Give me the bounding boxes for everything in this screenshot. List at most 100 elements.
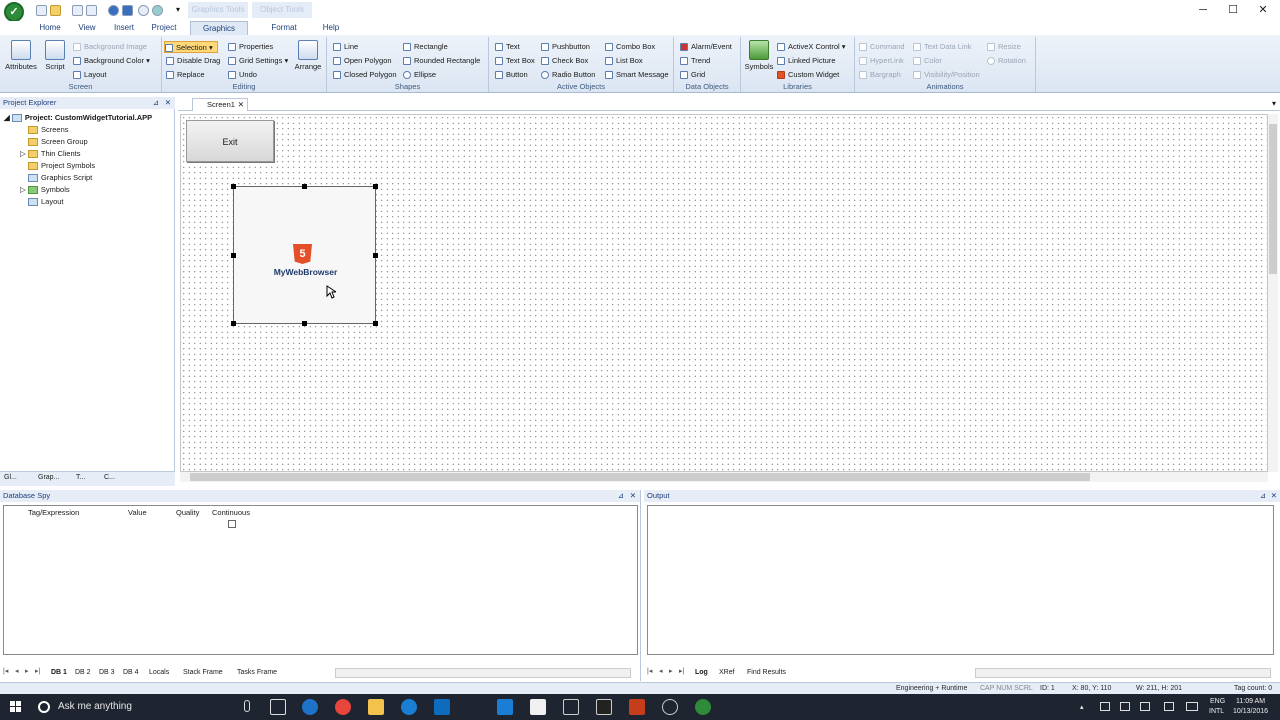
- taskbar-search-box[interactable]: Ask me anything: [58, 701, 132, 712]
- grid-button[interactable]: Grid: [680, 69, 705, 81]
- new-file-icon[interactable]: [36, 5, 47, 16]
- refresh-icon[interactable]: [152, 5, 163, 16]
- tab-list-dropdown-icon[interactable]: ▾: [1272, 99, 1276, 108]
- custom-widget-object[interactable]: 5 MyWebBrowser: [231, 184, 378, 326]
- tab-db2[interactable]: DB 2: [75, 667, 91, 679]
- custom-widget-button[interactable]: Custom Widget: [777, 69, 839, 81]
- tab-find-results[interactable]: Find Results: [747, 667, 786, 679]
- scroll-thumb[interactable]: [1269, 124, 1277, 274]
- background-color-button[interactable]: Background Color ▾: [73, 55, 150, 67]
- tray-chevron-icon[interactable]: ▴: [1080, 703, 1084, 711]
- pin-icon[interactable]: ⊿: [618, 490, 624, 502]
- button-button[interactable]: Button: [495, 69, 528, 81]
- tab-screen1[interactable]: Screen1 ✕: [192, 98, 248, 111]
- tab-view[interactable]: View: [74, 21, 100, 35]
- properties-button[interactable]: Properties: [228, 41, 273, 53]
- database-spy-grid[interactable]: Tag/Expression Value Quality Continuous: [3, 505, 638, 655]
- rectangle-button[interactable]: Rectangle: [403, 41, 448, 53]
- nav-prev-icon[interactable]: ◂: [659, 667, 663, 675]
- arrange-button[interactable]: Arrange: [292, 40, 324, 76]
- nav-first-icon[interactable]: |◂: [3, 667, 8, 675]
- chrome-icon[interactable]: [335, 699, 351, 715]
- grid-settings-button[interactable]: Grid Settings ▾: [228, 55, 288, 67]
- file-explorer-icon[interactable]: [368, 699, 384, 715]
- maximize-button[interactable]: ☐: [1218, 3, 1248, 17]
- tree-item-thin-clients[interactable]: ▷ Thin Clients: [20, 148, 80, 160]
- tab-stack-frame[interactable]: Stack Frame: [183, 667, 223, 679]
- tree-item-project-symbols[interactable]: Project Symbols: [28, 160, 95, 172]
- tree-item-layout[interactable]: Layout: [28, 196, 64, 208]
- studio-app-icon[interactable]: [695, 699, 711, 715]
- trend-button[interactable]: Trend: [680, 55, 710, 67]
- tab-help[interactable]: Help: [318, 21, 344, 35]
- nav-last-icon[interactable]: ▸|: [679, 667, 684, 675]
- ellipse-button[interactable]: Ellipse: [403, 69, 436, 81]
- keyboard-icon[interactable]: [1186, 702, 1198, 711]
- store-icon[interactable]: [497, 699, 513, 715]
- screen-canvas[interactable]: Exit 5 MyWebBrowser: [180, 114, 1268, 472]
- tab-xref[interactable]: XRef: [719, 667, 735, 679]
- text-box-button[interactable]: Text Box: [495, 55, 535, 67]
- app-icon[interactable]: [596, 699, 612, 715]
- bargraph-button[interactable]: Bargraph: [859, 69, 901, 81]
- close-button[interactable]: ✕: [1248, 3, 1278, 17]
- tab-format[interactable]: Format: [260, 21, 308, 35]
- selection-button[interactable]: Selection ▾: [164, 41, 218, 53]
- app-logo-icon[interactable]: ✓: [4, 2, 24, 22]
- pushbutton-button[interactable]: Pushbutton: [541, 41, 590, 53]
- rotation-button[interactable]: Rotation: [987, 55, 1026, 67]
- battery-icon[interactable]: [1140, 702, 1150, 711]
- task-view-icon[interactable]: [270, 699, 286, 715]
- tab-graphics[interactable]: Graphics: [190, 21, 248, 35]
- exit-button[interactable]: Exit: [186, 120, 274, 162]
- help-icon[interactable]: [138, 5, 149, 16]
- visibility-position-button[interactable]: Visibility/Position: [913, 69, 980, 81]
- tree-item-graphics-script[interactable]: Graphics Script: [28, 172, 92, 184]
- tab-home[interactable]: Home: [36, 21, 64, 35]
- tree-item-symbols[interactable]: ▷ Symbols: [20, 184, 70, 196]
- pin-icon[interactable]: ⊿: [1260, 490, 1266, 502]
- stop-icon[interactable]: [122, 5, 133, 16]
- script-button[interactable]: Script: [40, 40, 70, 76]
- tab-log[interactable]: Log: [695, 667, 708, 679]
- quick-access-dropdown-icon[interactable]: ▾: [176, 5, 180, 14]
- app-icon[interactable]: [662, 699, 678, 715]
- activex-control-button[interactable]: ActiveX Control ▾: [777, 41, 846, 53]
- smart-message-button[interactable]: Smart Message: [605, 69, 669, 81]
- tab-close-icon[interactable]: ✕: [238, 99, 244, 111]
- resize-handle[interactable]: [373, 321, 378, 326]
- nav-next-icon[interactable]: ▸: [25, 667, 29, 675]
- calculator-icon[interactable]: [530, 699, 546, 715]
- command-button[interactable]: Command: [859, 41, 905, 53]
- volume-icon[interactable]: [1120, 702, 1130, 711]
- check-box-button[interactable]: Check Box: [541, 55, 588, 67]
- minimize-button[interactable]: ─: [1188, 3, 1218, 17]
- canvas-horizontal-scrollbar[interactable]: [180, 472, 1268, 482]
- nav-first-icon[interactable]: |◂: [647, 667, 652, 675]
- closed-polygon-button[interactable]: Closed Polygon: [333, 69, 397, 81]
- cortana-icon[interactable]: [38, 701, 50, 713]
- line-button[interactable]: Line: [333, 41, 358, 53]
- open-folder-icon[interactable]: [50, 5, 61, 16]
- horizontal-scrollbar[interactable]: [335, 668, 631, 678]
- resize-handle[interactable]: [302, 321, 307, 326]
- tab-tasks[interactable]: T...: [76, 474, 85, 481]
- powerpoint-icon[interactable]: [629, 699, 645, 715]
- canvas-vertical-scrollbar[interactable]: [1268, 114, 1278, 472]
- layout-button[interactable]: Layout: [73, 69, 107, 81]
- outlook-icon[interactable]: [434, 699, 450, 715]
- output-text-area[interactable]: [647, 505, 1274, 655]
- clock-date[interactable]: 10/13/2016: [1233, 708, 1268, 715]
- clock-time[interactable]: 11:09 AM: [1236, 698, 1265, 705]
- resize-handle[interactable]: [373, 253, 378, 258]
- tab-db4[interactable]: DB 4: [123, 667, 139, 679]
- resize-handle[interactable]: [231, 253, 236, 258]
- tab-locals[interactable]: Locals: [149, 667, 169, 679]
- resize-handle[interactable]: [231, 321, 236, 326]
- tools-icon[interactable]: [563, 699, 579, 715]
- nav-prev-icon[interactable]: ◂: [15, 667, 19, 675]
- resize-button[interactable]: Resize: [987, 41, 1021, 53]
- column-header-quality[interactable]: Quality: [176, 508, 199, 517]
- windows-start-icon[interactable]: [10, 701, 22, 713]
- tree-item-screens[interactable]: Screens: [28, 124, 69, 136]
